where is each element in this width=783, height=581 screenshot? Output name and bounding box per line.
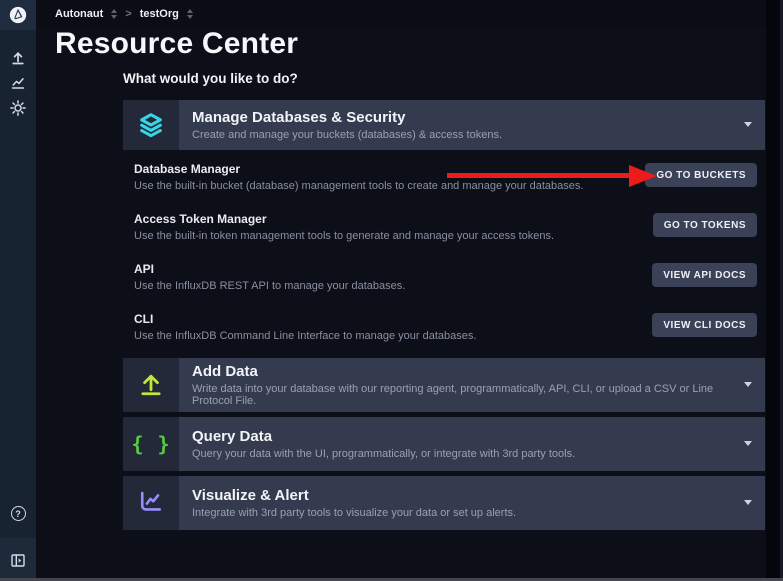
panel-manage-databases[interactable]: Manage Databases & Security Create and m… <box>123 100 765 150</box>
go-to-tokens-button[interactable]: GO TO TOKENS <box>653 213 757 237</box>
panel-title: Manage Databases & Security <box>192 109 729 126</box>
sidebar: ? <box>0 0 36 581</box>
panel-icon-cell <box>123 100 179 150</box>
chevron-down-icon[interactable] <box>744 500 752 505</box>
upload-icon <box>137 371 165 399</box>
panel-description: Integrate with 3rd party tools to visual… <box>192 507 729 519</box>
braces-icon: { } <box>131 432 170 456</box>
red-arrow-head <box>629 165 657 187</box>
line-chart-icon <box>137 489 165 517</box>
panel-query-data[interactable]: { } Query Data Query your data with the … <box>123 417 765 471</box>
panel-icon-cell: { } <box>123 417 179 471</box>
upload-icon <box>10 50 26 66</box>
gear-icon <box>10 100 26 116</box>
sidebar-nav <box>0 45 36 120</box>
breadcrumb: Autonaut > testOrg <box>36 0 766 27</box>
project-switcher-icon[interactable] <box>187 9 193 19</box>
view-cli-docs-button[interactable]: VIEW CLI DOCS <box>652 313 757 337</box>
layers-icon <box>137 111 165 139</box>
app-root: ? Autonaut > testOrg Resource Center Wha… <box>0 0 783 581</box>
resource-panels: Manage Databases & Security Create and m… <box>123 100 765 530</box>
graph-icon <box>10 75 26 91</box>
breadcrumb-separator: > <box>125 8 131 20</box>
org-switcher-icon[interactable] <box>111 9 117 19</box>
panel-title: Add Data <box>192 363 729 380</box>
sidebar-item-load-data[interactable] <box>0 45 36 70</box>
panel-add-data[interactable]: Add Data Write data into your database w… <box>123 358 765 412</box>
panel-icon-cell <box>123 476 179 530</box>
chevron-down-icon[interactable] <box>744 382 752 387</box>
red-arrow-annotation <box>447 173 629 178</box>
sidebar-item-help[interactable]: ? <box>11 501 26 526</box>
list-item-cli: CLI Use the InfluxDB Command Line Interf… <box>134 300 765 350</box>
chevron-down-icon[interactable] <box>744 122 752 127</box>
sidebar-item-data-explorer[interactable] <box>0 70 36 95</box>
main-content: Autonaut > testOrg Resource Center What … <box>36 0 766 581</box>
panel-header-text: Manage Databases & Security Create and m… <box>179 100 765 150</box>
panel-toggle-icon <box>10 552 26 568</box>
panel-title: Visualize & Alert <box>192 487 729 504</box>
breadcrumb-org[interactable]: Autonaut <box>55 8 103 20</box>
list-item-access-token-manager: Access Token Manager Use the built-in to… <box>134 200 765 250</box>
breadcrumb-project[interactable]: testOrg <box>140 8 179 20</box>
panel-visualize-alert[interactable]: Visualize & Alert Integrate with 3rd par… <box>123 476 765 530</box>
panel-description: Create and manage your buckets (database… <box>192 129 729 141</box>
panel-header-text: Add Data Write data into your database w… <box>179 358 765 412</box>
help-icon: ? <box>11 506 26 521</box>
influxdata-logo[interactable] <box>0 0 36 30</box>
panel-header-text: Visualize & Alert Integrate with 3rd par… <box>179 476 765 530</box>
view-api-docs-button[interactable]: VIEW API DOCS <box>652 263 757 287</box>
manage-databases-items: Database Manager Use the built-in bucket… <box>123 150 765 356</box>
page-subtitle: What would you like to do? <box>123 71 298 86</box>
panel-header-text: Query Data Query your data with the UI, … <box>179 417 765 471</box>
chevron-down-icon[interactable] <box>744 441 752 446</box>
logo-icon <box>8 5 28 25</box>
list-item-api: API Use the InfluxDB REST API to manage … <box>134 250 765 300</box>
panel-icon-cell <box>123 358 179 412</box>
panel-description: Query your data with the UI, programmati… <box>192 448 729 460</box>
panel-title: Query Data <box>192 428 729 445</box>
sidebar-item-settings[interactable] <box>0 95 36 120</box>
sidebar-toggle[interactable] <box>0 538 36 581</box>
panel-description: Write data into your database with our r… <box>192 383 729 407</box>
go-to-buckets-button[interactable]: GO TO BUCKETS <box>645 163 757 187</box>
page-title: Resource Center <box>55 28 298 60</box>
